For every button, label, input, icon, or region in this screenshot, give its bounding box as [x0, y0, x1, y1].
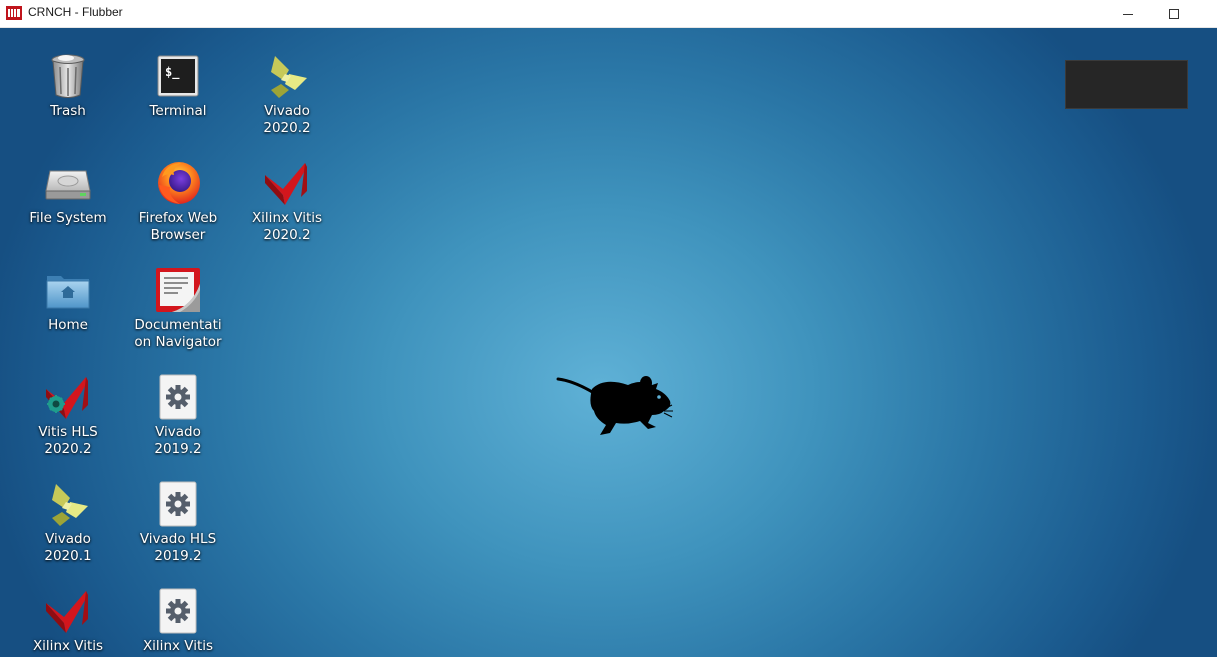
- desktop-icon-label: File System: [29, 210, 107, 226]
- desktop-icon-terminal[interactable]: $_ Terminal: [124, 50, 232, 120]
- doc-navigator-icon: [156, 268, 200, 312]
- desktop-icon-label: Xilinx Vitis: [142, 638, 214, 654]
- minimize-icon: [1123, 14, 1133, 15]
- desktop-icon-xilinx-vitis-2020-2[interactable]: Xilinx Vitis 2020.2: [233, 157, 341, 244]
- maximize-icon: [1169, 9, 1179, 19]
- desktop-icon-xilinx-vitis[interactable]: Xilinx Vitis: [14, 585, 122, 655]
- trash-icon: [51, 54, 85, 98]
- desktop-icon-label: Vitis HLS 2020.2: [38, 424, 98, 457]
- desktop-icon-label: Vivado 2019.2: [154, 424, 202, 457]
- gear-icon: [159, 481, 197, 527]
- desktop-icon-vivado-2020-2[interactable]: Vivado 2020.2: [233, 50, 341, 137]
- dark-panel-widget[interactable]: [1065, 60, 1188, 109]
- desktop-icon-label: Documentati on Navigator: [134, 317, 222, 350]
- title-bar[interactable]: CRNCH - Flubber: [0, 0, 1217, 28]
- xfce-mouse-icon: [556, 376, 673, 435]
- vitis-icon: [46, 591, 88, 633]
- desktop-icon-trash[interactable]: Trash: [14, 50, 122, 120]
- vitis-icon: [265, 163, 307, 205]
- desktop-icon-label: Trash: [50, 103, 86, 119]
- minimize-button[interactable]: [1105, 0, 1151, 28]
- desktop-icon-home[interactable]: Home: [14, 264, 122, 334]
- remote-desktop-window: CRNCH - Flubber Trash $_ Terminal Vivado…: [0, 0, 1217, 657]
- vivado-icon: [52, 484, 88, 526]
- desktop-icon-label: Xilinx Vitis 2020.2: [251, 210, 323, 243]
- terminal-icon: $_: [157, 55, 199, 97]
- desktop-icon-label: Xilinx Vitis: [32, 638, 104, 654]
- gear-icon: [159, 374, 197, 420]
- desktop-icon-label: Home: [48, 317, 88, 333]
- flubber-app-icon: [6, 6, 22, 20]
- svg-text:$_: $_: [165, 65, 180, 80]
- desktop-icon-xilinx-vitis-hls[interactable]: Xilinx Vitis: [124, 585, 232, 655]
- desktop-icon-label: Vivado 2020.2: [263, 103, 311, 136]
- gear-icon: [159, 588, 197, 634]
- home-folder-icon: [46, 276, 90, 309]
- desktop-icon-vivado-2020-1[interactable]: Vivado 2020.1: [14, 478, 122, 565]
- desktop-icon-vitis-hls-2020-2[interactable]: Vitis HLS 2020.2: [14, 371, 122, 458]
- desktop[interactable]: Trash $_ Terminal Vivado 2020.2 File Sys…: [0, 28, 1217, 657]
- vivado-icon: [271, 56, 307, 98]
- desktop-icon-label: Vivado HLS 2019.2: [139, 531, 217, 564]
- harddrive-icon: [45, 170, 91, 200]
- desktop-icon-documentation-navigator[interactable]: Documentati on Navigator: [124, 264, 232, 351]
- desktop-icon-vivado-hls-2019-2[interactable]: Vivado HLS 2019.2: [124, 478, 232, 565]
- maximize-button[interactable]: [1151, 0, 1197, 28]
- firefox-icon: [158, 162, 200, 204]
- desktop-icon-label: Terminal: [149, 103, 207, 119]
- desktop-icon-firefox[interactable]: Firefox Web Browser: [124, 157, 232, 244]
- desktop-icon-vivado-2019-2[interactable]: Vivado 2019.2: [124, 371, 232, 458]
- vitis-hls-icon: [46, 377, 88, 419]
- desktop-icon-file-system[interactable]: File System: [14, 157, 122, 227]
- desktop-icon-label: Firefox Web Browser: [138, 210, 218, 243]
- window-title: CRNCH - Flubber: [28, 5, 123, 19]
- desktop-icon-label: Vivado 2020.1: [44, 531, 92, 564]
